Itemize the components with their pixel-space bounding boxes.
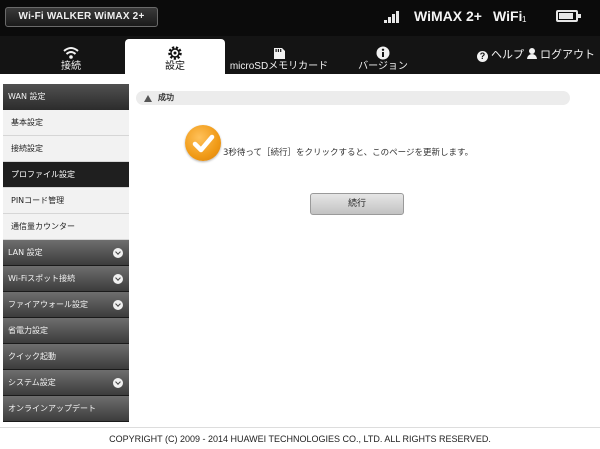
info-icon [376, 46, 390, 60]
sidebar: WAN 設定 基本設定 接続設定 プロファイル設定 PINコード管理 通信量カウ… [3, 84, 129, 422]
sidebar-item-basic[interactable]: 基本設定 [3, 110, 129, 136]
tab-label: バージョン [358, 61, 408, 72]
sidebar-group-wifi-spot[interactable]: Wi-Fiスポット接続 [3, 266, 129, 292]
notice-bar: 成功 [136, 91, 570, 105]
sidebar-group-label: 省電力設定 [8, 326, 48, 335]
copyright: COPYRIGHT (C) 2009 - 2014 HUAWEI TECHNOL… [109, 434, 491, 444]
chevron-down-icon [113, 274, 123, 284]
tab-connection[interactable]: 接続 [21, 39, 121, 74]
sidebar-group-label: システム設定 [8, 378, 56, 387]
sidebar-group-firewall[interactable]: ファイアウォール設定 [3, 292, 129, 318]
sidebar-group-label: ファイアウォール設定 [8, 300, 88, 309]
sidebar-item-profile[interactable]: プロファイル設定 [3, 162, 129, 188]
wifi-icon [63, 47, 79, 59]
sidebar-group-label: オンラインアップデート [8, 404, 96, 413]
continue-button[interactable]: 続行 [310, 193, 404, 215]
help-icon: ? [477, 51, 488, 62]
sidebar-group-system[interactable]: システム設定 [3, 370, 129, 396]
tab-microsd[interactable]: microSDメモリカード [229, 39, 329, 74]
sidebar-group-label: クイック起動 [8, 352, 56, 361]
notice-icon [144, 95, 152, 102]
help-label: ヘルプ [491, 49, 524, 61]
logout-link[interactable]: ログアウト [527, 46, 595, 62]
status-bar: Wi-Fi WALKER WiMAX 2+ WiMAX 2+ WiFi 1 [0, 0, 600, 36]
sidebar-item-connection[interactable]: 接続設定 [3, 136, 129, 162]
sd-card-icon [274, 48, 285, 59]
logout-label: ログアウト [540, 49, 595, 61]
battery-fill [559, 13, 573, 19]
notice-text: 成功 [158, 93, 174, 102]
signal-icon [384, 11, 400, 23]
status-message: 3秒待って［続行］をクリックすると、このページを更新します。 [223, 148, 474, 158]
sidebar-group-lan[interactable]: LAN 設定 [3, 240, 129, 266]
sidebar-group-label: Wi-Fiスポット接続 [8, 274, 76, 283]
sidebar-group-wan[interactable]: WAN 設定 [3, 84, 129, 110]
sidebar-group-quick-start[interactable]: クイック起動 [3, 344, 129, 370]
sidebar-item-pin[interactable]: PINコード管理 [3, 188, 129, 214]
chevron-down-icon [113, 378, 123, 388]
sidebar-group-label: LAN 設定 [8, 248, 43, 257]
chevron-down-icon [113, 248, 123, 258]
sidebar-group-power-saving[interactable]: 省電力設定 [3, 318, 129, 344]
tab-label: 接続 [61, 61, 81, 72]
gear-icon [168, 46, 182, 60]
success-check-icon [185, 125, 221, 161]
wifi-channel: 1 [522, 15, 527, 24]
footer-divider [0, 427, 600, 428]
network-label: WiMAX 2+ [414, 8, 482, 24]
chevron-down-icon [113, 300, 123, 310]
sidebar-group-online-update[interactable]: オンラインアップデート [3, 396, 129, 422]
device-title: Wi-Fi WALKER WiMAX 2+ [5, 7, 158, 27]
tab-label: microSDメモリカード [229, 61, 329, 72]
tab-settings[interactable]: 設定 [125, 39, 225, 74]
wifi-label: WiFi [493, 8, 523, 24]
sidebar-item-traffic[interactable]: 通信量カウンター [3, 214, 129, 240]
tab-version[interactable]: バージョン [333, 39, 433, 74]
user-icon [527, 48, 537, 59]
help-link[interactable]: ? ヘルプ [477, 46, 524, 62]
tab-label: 設定 [165, 61, 185, 72]
battery-icon [556, 10, 581, 22]
